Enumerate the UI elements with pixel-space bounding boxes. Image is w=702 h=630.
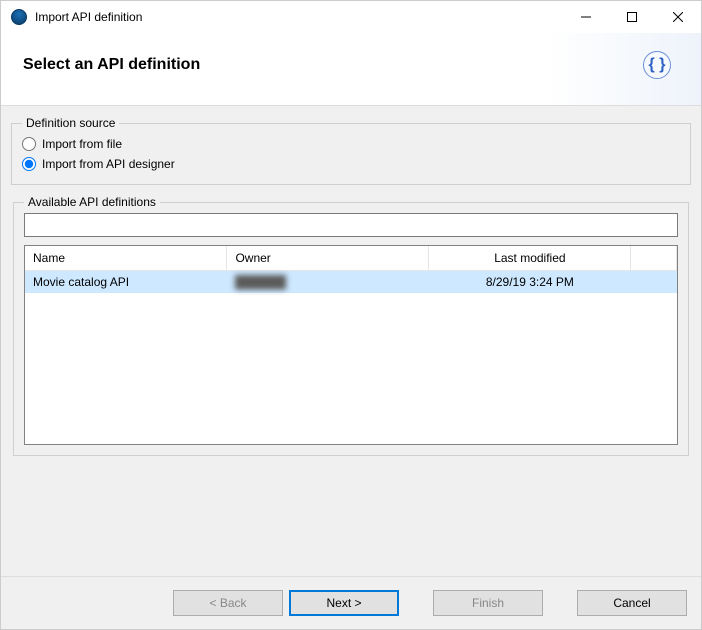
wizard-header: Select an API definition { } [1,33,701,105]
radio-import-from-file-label: Import from file [42,137,122,151]
back-button[interactable]: < Back [173,590,283,616]
wizard-footer: < Back Next > Finish Cancel [1,577,701,629]
available-definitions-group: Available API definitions Name Owner Las… [13,195,689,456]
available-definitions-label: Available API definitions [24,195,160,209]
close-button[interactable] [655,1,701,33]
definition-source-legend: Definition source [22,116,119,130]
col-header-spacer [631,246,677,270]
window-title: Import API definition [35,10,142,24]
app-icon [11,9,27,25]
minimize-button[interactable] [563,1,609,33]
definition-source-group: Definition source Import from file Impor… [11,116,691,185]
col-header-owner[interactable]: Owner [227,246,429,270]
cell-spacer [631,270,677,293]
radio-import-from-api-designer-input[interactable] [22,157,36,171]
next-button[interactable]: Next > [289,590,399,616]
finish-button[interactable]: Finish [433,590,543,616]
cell-owner: ██████ [227,270,429,293]
filter-input[interactable] [24,213,678,237]
definitions-table: Name Owner Last modified Movie catalog A… [25,246,677,293]
radio-import-from-api-designer-label: Import from API designer [42,157,175,171]
cell-name: Movie catalog API [25,270,227,293]
radio-import-from-api-designer[interactable]: Import from API designer [22,154,680,174]
cell-last-modified: 8/29/19 3:24 PM [429,270,631,293]
titlebar: Import API definition [1,1,701,33]
maximize-button[interactable] [609,1,655,33]
col-header-name[interactable]: Name [25,246,227,270]
table-header-row: Name Owner Last modified [25,246,677,270]
page-title: Select an API definition [23,56,643,74]
table-row[interactable]: Movie catalog API ██████ 8/29/19 3:24 PM [25,270,677,293]
braces-icon: { } [643,51,671,79]
definitions-table-wrap: Name Owner Last modified Movie catalog A… [24,245,678,445]
cancel-button[interactable]: Cancel [577,590,687,616]
radio-import-from-file-input[interactable] [22,137,36,151]
radio-import-from-file[interactable]: Import from file [22,134,680,154]
wizard-content: Definition source Import from file Impor… [1,105,701,577]
col-header-last-modified[interactable]: Last modified [429,246,631,270]
